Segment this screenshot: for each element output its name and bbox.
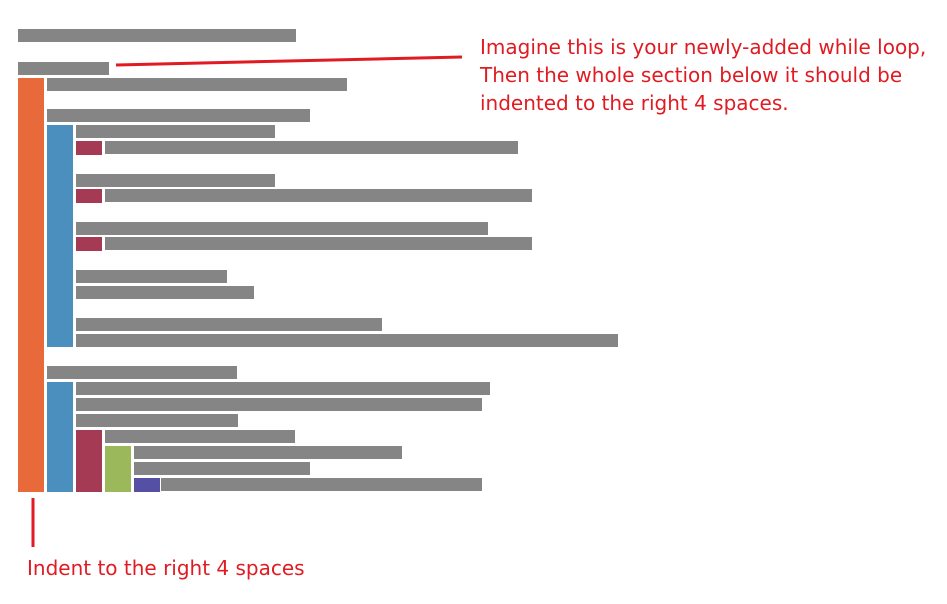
pointer-line-top [115,55,463,67]
annotation-top: Imagine this is your newly-added while l… [480,35,927,115]
annotation-bottom: Indent to the right 4 spaces [27,556,305,580]
